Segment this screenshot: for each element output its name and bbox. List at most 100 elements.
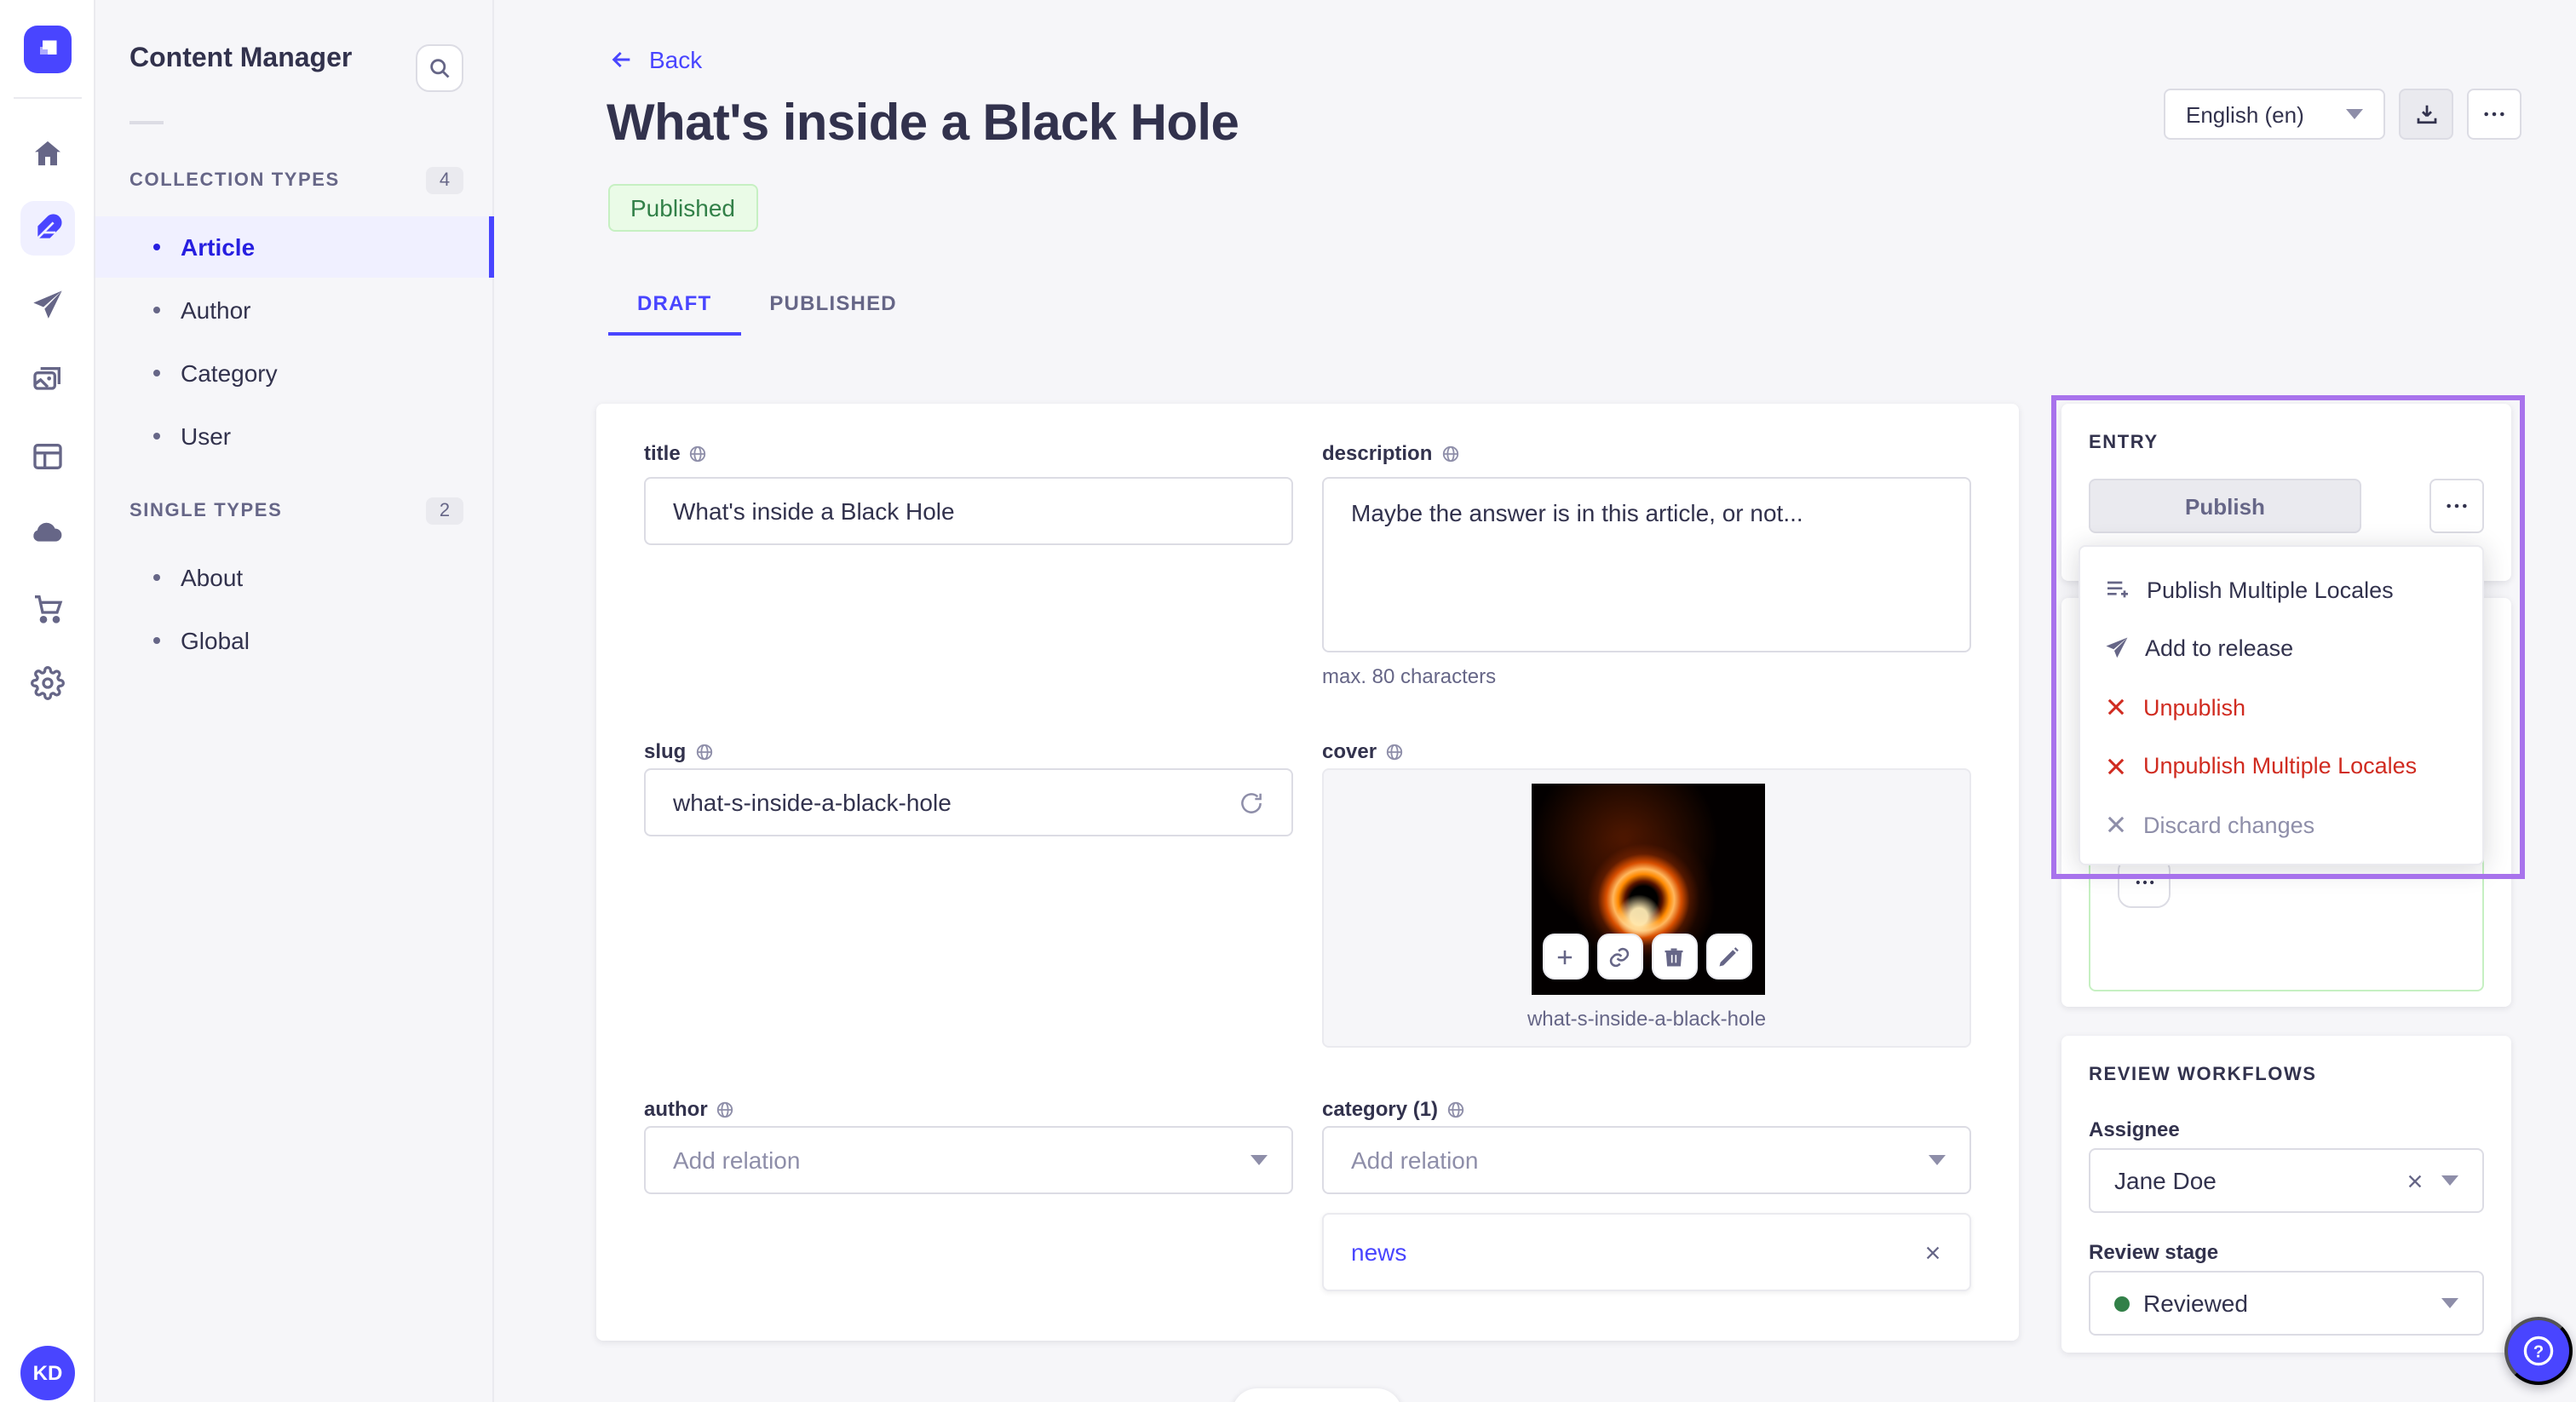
question-mark-icon: ? xyxy=(2523,1336,2554,1366)
globe-icon xyxy=(1447,1100,1464,1118)
edit-media-button[interactable] xyxy=(1705,934,1751,980)
author-relation-select[interactable]: Add relation xyxy=(644,1126,1293,1194)
category-field-label: category (1) xyxy=(1322,1097,1971,1121)
section-count-badge: 4 xyxy=(426,167,463,194)
more-horizontal-icon xyxy=(2484,112,2504,117)
user-avatar[interactable]: KD xyxy=(20,1346,75,1400)
app-window: KD Content Manager COLLECTION TYPES 4 Ar… xyxy=(0,0,2576,1402)
bullet-icon xyxy=(153,307,160,313)
sidebar-item-about[interactable]: About xyxy=(95,547,494,608)
bullet-icon xyxy=(153,244,160,250)
description-value: Maybe the answer is in this article, or … xyxy=(1351,499,1803,526)
bullet-icon xyxy=(153,574,160,581)
copy-link-button[interactable] xyxy=(1596,934,1642,980)
assignee-select[interactable]: Jane Doe xyxy=(2089,1148,2484,1213)
settings-gear-icon[interactable] xyxy=(20,656,75,710)
home-icon[interactable] xyxy=(20,126,75,181)
feather-content-icon[interactable] xyxy=(20,201,75,256)
field-label-text: author xyxy=(644,1097,708,1121)
sidebar-item-author[interactable]: Author xyxy=(95,279,494,341)
sidebar-item-label: Category xyxy=(181,359,278,387)
search-button[interactable] xyxy=(416,44,463,92)
menu-item-unpublish-multiple-locales[interactable]: Unpublish Multiple Locales xyxy=(2080,737,2482,796)
description-field-label: description xyxy=(1322,441,1971,465)
category-relation-select[interactable]: Add relation xyxy=(1322,1126,1971,1194)
menu-item-label: Unpublish xyxy=(2143,694,2246,721)
field-label-text: title xyxy=(644,441,681,465)
category-placeholder: Add relation xyxy=(1351,1146,1479,1174)
rail-divider xyxy=(14,97,82,99)
menu-item-unpublish[interactable]: Unpublish xyxy=(2080,678,2482,737)
back-link[interactable]: Back xyxy=(608,46,702,73)
sidebar-item-user[interactable]: User xyxy=(95,405,494,467)
sidebar-divider xyxy=(129,121,164,124)
regenerate-icon xyxy=(1241,792,1262,813)
strapi-logo[interactable] xyxy=(24,26,72,73)
globe-icon xyxy=(717,1100,733,1118)
field-label-text: description xyxy=(1322,441,1433,465)
menu-item-publish-multiple-locales[interactable]: Publish Multiple Locales xyxy=(2080,560,2482,619)
category-relation-item[interactable]: news xyxy=(1322,1213,1971,1291)
assignee-value: Jane Doe xyxy=(2114,1167,2217,1194)
cross-icon xyxy=(2107,699,2125,715)
slug-input-value: what-s-inside-a-black-hole xyxy=(673,789,952,816)
tab-label: PUBLISHED xyxy=(769,291,897,315)
bullet-icon xyxy=(153,637,160,644)
relation-link-news[interactable]: news xyxy=(1351,1238,1406,1266)
entry-actions-menu: Publish Multiple Locales Add to release … xyxy=(2079,545,2484,865)
paper-plane-icon xyxy=(2106,638,2128,658)
review-workflows-heading: REVIEW WORKFLOWS xyxy=(2089,1065,2317,1085)
sidebar-item-label: Article xyxy=(181,233,256,261)
globe-icon xyxy=(1386,743,1403,760)
sidebar-item-global[interactable]: Global xyxy=(95,610,494,671)
menu-item-add-to-release[interactable]: Add to release xyxy=(2080,619,2482,678)
cover-filename: what-s-inside-a-black-hole xyxy=(1527,1007,1767,1031)
delete-media-button[interactable] xyxy=(1651,934,1697,980)
clear-assignee-icon[interactable] xyxy=(2406,1171,2424,1190)
tab-published[interactable]: PUBLISHED xyxy=(740,273,926,334)
tab-draft[interactable]: DRAFT xyxy=(608,273,740,336)
sidebar-item-label: Global xyxy=(181,627,250,654)
section-label: SINGLE TYPES xyxy=(129,501,283,521)
locale-select-value: English (en) xyxy=(2186,101,2304,127)
chevron-down-icon xyxy=(1929,1155,1946,1165)
floating-action-bar xyxy=(1232,1388,1402,1402)
locale-select[interactable]: English (en) xyxy=(2164,89,2385,140)
export-button[interactable] xyxy=(2399,89,2453,140)
title-input[interactable]: What's inside a Black Hole xyxy=(644,477,1293,545)
remove-relation-icon xyxy=(1926,1245,1940,1259)
review-stage-select[interactable]: Reviewed xyxy=(2089,1271,2484,1336)
header-actions: English (en) xyxy=(2164,89,2521,140)
menu-item-label: Unpublish Multiple Locales xyxy=(2143,753,2418,779)
single-types-section-header: SINGLE TYPES 2 xyxy=(129,497,463,525)
svg-text:?: ? xyxy=(2533,1342,2544,1361)
description-textarea[interactable]: Maybe the answer is in this article, or … xyxy=(1322,477,1971,652)
sidebar-item-category[interactable]: Category xyxy=(95,342,494,404)
menu-item-label: Publish Multiple Locales xyxy=(2147,577,2394,603)
sidebar-item-article[interactable]: Article xyxy=(95,216,494,278)
description-hint: max. 80 characters xyxy=(1322,664,1497,688)
pencil-icon xyxy=(1719,946,1739,966)
content-manager-sidebar: Content Manager COLLECTION TYPES 4 Artic… xyxy=(95,0,494,1402)
sidebar-title: Content Manager xyxy=(129,44,353,73)
publish-button[interactable]: Publish xyxy=(2089,479,2361,533)
cart-icon[interactable] xyxy=(20,581,75,635)
menu-item-discard-changes[interactable]: Discard changes xyxy=(2080,796,2482,854)
add-media-button[interactable] xyxy=(1542,934,1588,980)
header-more-button[interactable] xyxy=(2467,89,2521,140)
entry-more-button[interactable] xyxy=(2429,479,2484,533)
section-label: COLLECTION TYPES xyxy=(129,170,340,191)
sidebar-item-label: Author xyxy=(181,296,251,324)
download-icon xyxy=(2416,104,2436,124)
entry-form-card: title What's inside a Black Hole descrip… xyxy=(596,404,2019,1341)
review-workflows-panel: REVIEW WORKFLOWS Assignee Jane Doe Revie… xyxy=(2061,1036,2511,1353)
layout-icon[interactable] xyxy=(20,429,75,484)
version-tabs: DRAFT PUBLISHED xyxy=(608,273,926,336)
media-library-icon[interactable] xyxy=(20,353,75,407)
more-horizontal-icon xyxy=(2135,880,2153,885)
field-label-text: cover xyxy=(1322,739,1377,763)
paper-plane-icon[interactable] xyxy=(20,278,75,332)
help-button[interactable]: ? xyxy=(2504,1317,2573,1385)
cloud-icon[interactable] xyxy=(20,504,75,559)
slug-input[interactable]: what-s-inside-a-black-hole xyxy=(644,768,1293,836)
